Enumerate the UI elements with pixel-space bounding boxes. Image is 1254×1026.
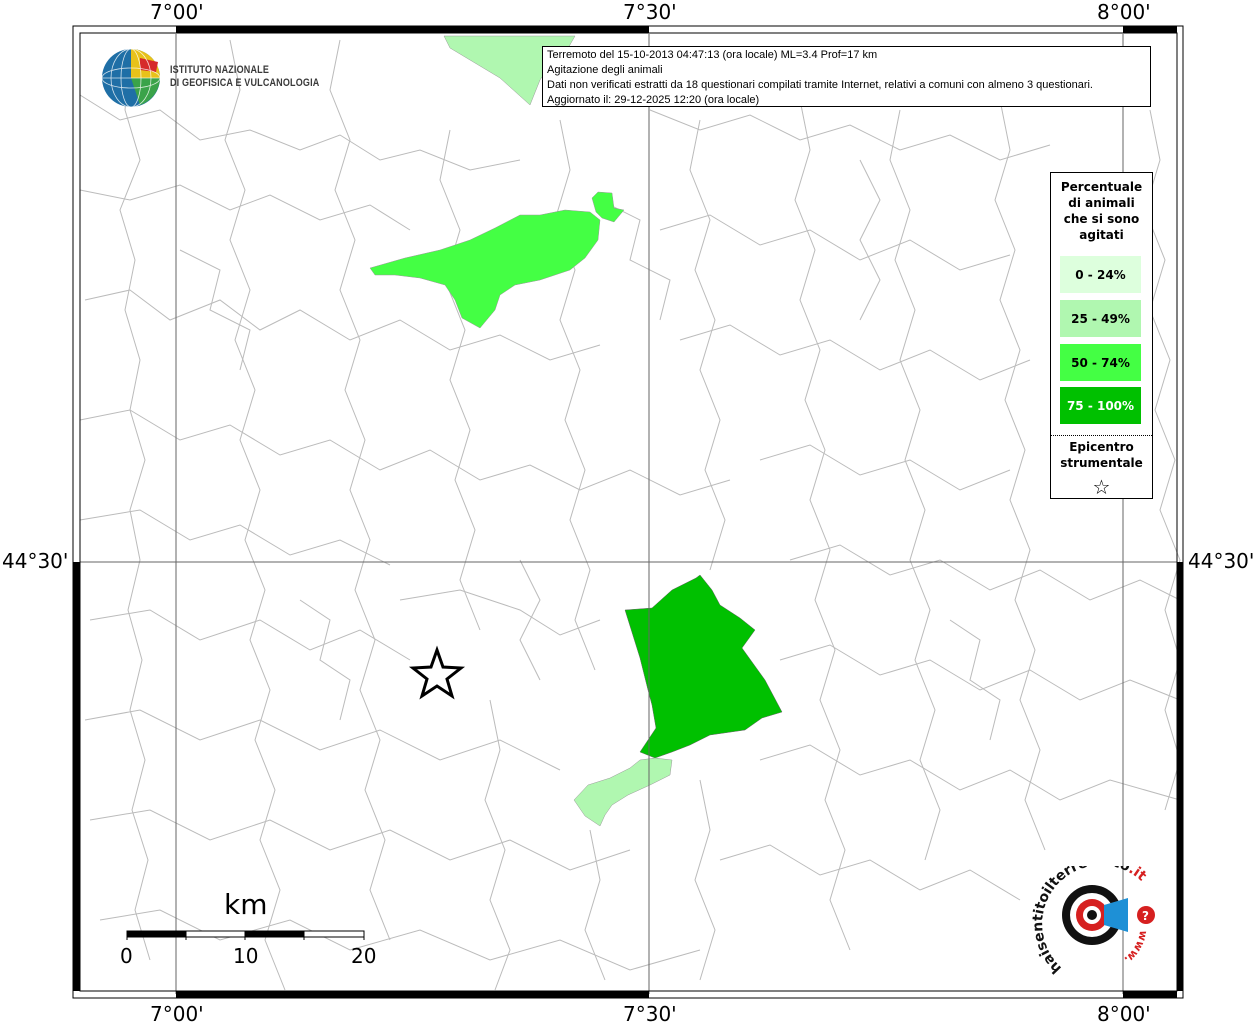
- municipality-25-49-south: [573, 757, 673, 827]
- scale-tick-0: 0: [120, 944, 133, 968]
- coord-bottom-730: 7°30': [623, 1002, 677, 1026]
- municipality-50-74: [369, 209, 601, 329]
- legend-separator: [1051, 435, 1152, 436]
- scale-unit-label: km: [224, 888, 268, 921]
- info-earthquake-line: Terremoto del 15-10-2013 04:47:13 (ora l…: [547, 49, 878, 61]
- legend-title-line1: Percentuale: [1060, 180, 1143, 194]
- scale-bar: [126, 930, 365, 940]
- legend-title-line3: che si sono: [1063, 212, 1140, 226]
- ingv-logo-line1: ISTITUTO NAZIONALE: [170, 64, 270, 76]
- hsi-logo-www: www.: [1122, 929, 1150, 966]
- legend-title-line4: agitati: [1079, 228, 1124, 242]
- info-updated-line: Aggiornato il: 29-12-2025 12:20 (ora loc…: [547, 94, 760, 106]
- ingv-globe-icon: [101, 48, 161, 108]
- coord-top-700: 7°00': [150, 0, 204, 24]
- epicenter-star-icon: [408, 645, 466, 700]
- coord-right-4430: 44°30': [1188, 549, 1254, 573]
- hsi-question-icon: ?: [1142, 909, 1149, 923]
- legend-title: Percentuale di animali che si sono agita…: [1051, 179, 1152, 243]
- coord-top-730: 7°30': [623, 0, 677, 24]
- legend-class-50-74: 50 - 74%: [1060, 344, 1141, 381]
- legend-epicenter-line2: strumentale: [1060, 456, 1143, 470]
- info-data-note: Dati non verificati estratti da 18 quest…: [547, 79, 1093, 91]
- municipal-boundaries: [79, 39, 1181, 991]
- legend-epicenter-label: Epicentro strumentale: [1051, 439, 1152, 471]
- coord-left-4430: 44°30': [2, 549, 69, 573]
- legend-epicenter-line1: Epicentro: [1069, 440, 1134, 454]
- scale-tick-20: 20: [351, 944, 377, 968]
- map-frame: [72, 25, 1184, 999]
- legend: Percentuale di animali che si sono agita…: [1050, 172, 1153, 499]
- coord-bottom-700: 7°00': [150, 1002, 204, 1026]
- scale-tick-10: 10: [233, 944, 259, 968]
- legend-title-line2: di animali: [1068, 196, 1135, 210]
- hsi-logo: haisentitoilterremoto.it www. ?: [1032, 866, 1150, 976]
- coord-top-800: 8°00': [1097, 0, 1151, 24]
- legend-class-0-24: 0 - 24%: [1060, 256, 1141, 293]
- ingv-logo-text: ISTITUTO NAZIONALE DI GEOFISICA E VULCAN…: [170, 64, 319, 90]
- legend-class-25-49: 25 - 49%: [1060, 300, 1141, 337]
- legend-star-icon: ☆: [1092, 475, 1111, 499]
- ingv-logo-line2: DI GEOFISICA E VULCANOLOGIA: [170, 77, 320, 89]
- legend-class-75-100: 75 - 100%: [1060, 387, 1141, 424]
- coord-bottom-800: 8°00': [1097, 1002, 1151, 1026]
- earthquake-info-box: Terremoto del 15-10-2013 04:47:13 (ora l…: [542, 46, 1151, 107]
- info-subject-line: Agitazione degli animali: [547, 64, 663, 76]
